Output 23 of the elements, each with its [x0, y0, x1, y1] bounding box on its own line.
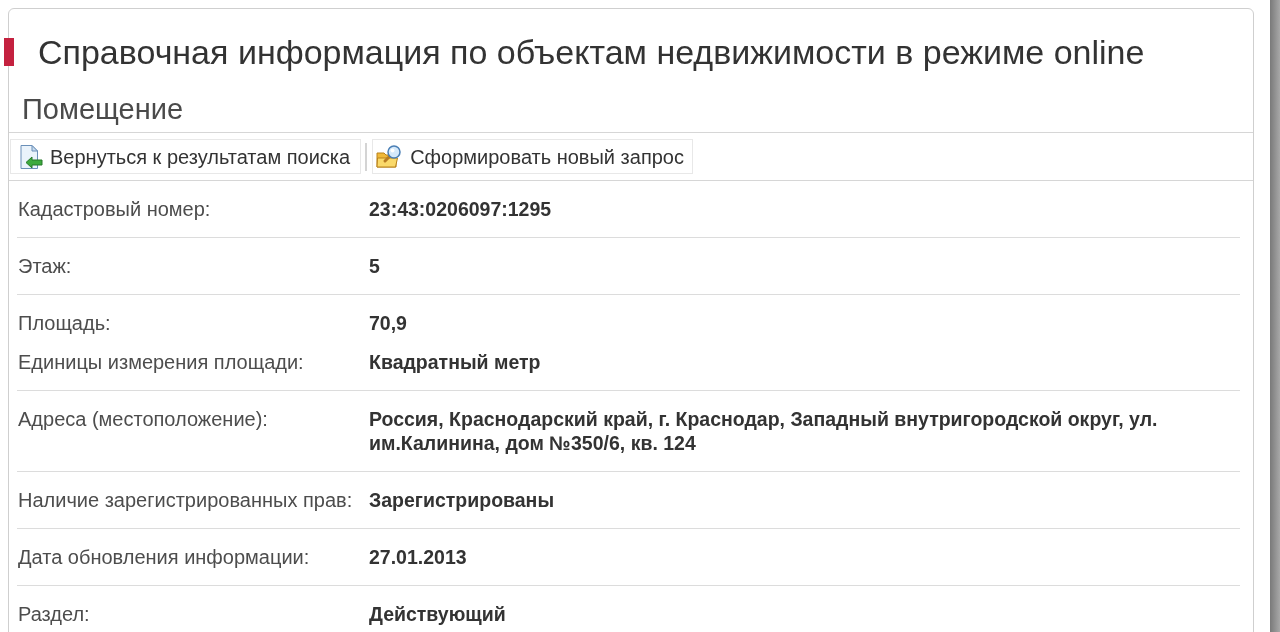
field-value: Зарегистрированы — [369, 488, 555, 512]
field-value: Действующий — [369, 602, 506, 626]
field-label: Наличие зарегистрированных прав: — [18, 488, 354, 512]
document-arrow-icon — [17, 143, 43, 170]
field-label: Кадастровый номер: — [18, 197, 212, 221]
field-label: Единицы измерения площади: — [18, 350, 305, 374]
field-value: Россия, Краснодарский край, г. Краснодар, Западный внутригородской округ, ул. им.Калинина, дом №350/6, кв. 124 — [369, 407, 1159, 455]
field-value: 70,9 — [369, 311, 407, 335]
field-label: Раздел: — [18, 602, 91, 626]
new-query-button[interactable]: Сформировать новый запрос — [372, 139, 693, 174]
section-title: Помещение — [22, 93, 185, 125]
field-value: 5 — [369, 254, 380, 278]
back-to-results-button[interactable]: Вернуться к результатам поиска — [10, 139, 362, 174]
page-title: Справочная информация по объектам недвижимости в режиме online — [38, 34, 1145, 70]
title-marker — [4, 38, 14, 66]
field-label: Адреса (местоположение): — [18, 407, 269, 431]
field-label: Дата обновления информации: — [18, 545, 311, 569]
field-value: 23:43:0206097:1295 — [369, 197, 552, 221]
field-value: 27.01.2013 — [369, 545, 467, 569]
field-label: Этаж: — [18, 254, 73, 278]
folder-magnifier-icon — [376, 143, 403, 170]
field-value: Квадратный метр — [369, 350, 541, 374]
field-label: Площадь: — [18, 311, 112, 335]
